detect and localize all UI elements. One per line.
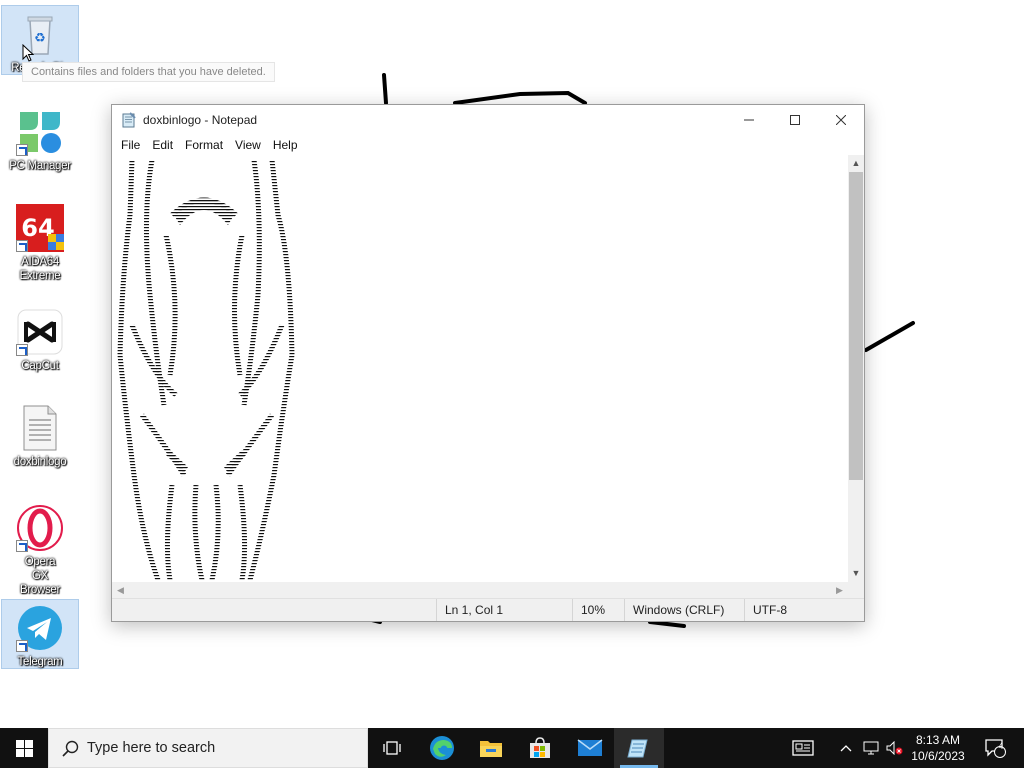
maximize-icon [790, 115, 800, 125]
desktop-icon-label: Telegram [17, 656, 63, 668]
volume-button[interactable] [884, 728, 906, 768]
menu-edit[interactable]: Edit [146, 135, 179, 155]
desktop-icon-pc-manager[interactable]: PC Manager [2, 104, 78, 173]
windows-logo-icon [15, 739, 33, 757]
ascii-art-drawing [117, 159, 295, 581]
shortcut-arrow-icon [16, 144, 28, 156]
task-view-button[interactable] [367, 728, 417, 768]
shortcut-arrow-icon [16, 240, 28, 252]
minimize-icon [744, 119, 754, 121]
taskbar-store[interactable] [515, 728, 565, 768]
shortcut-arrow-icon [16, 640, 28, 652]
store-icon [530, 737, 550, 758]
scrollbar-corner [848, 582, 864, 598]
close-button[interactable] [818, 105, 864, 135]
desktop-icon-label: PC Manager [9, 160, 71, 172]
scroll-right-arrow-icon[interactable]: ▶ [831, 582, 848, 598]
status-cursor-position: Ln 1, Col 1 [436, 599, 572, 621]
minimize-button[interactable] [726, 105, 772, 135]
window-title: doxbinlogo - Notepad [143, 113, 258, 127]
scroll-down-arrow-icon[interactable]: ▼ [848, 565, 864, 582]
tooltip: Contains files and folders that you have… [22, 62, 275, 82]
file-explorer-icon [480, 741, 502, 757]
notepad-icon [121, 112, 137, 128]
status-zoom: 10% [572, 599, 624, 621]
menu-view[interactable]: View [229, 135, 267, 155]
menu-format[interactable]: Format [179, 135, 229, 155]
desktop-icon-opera-gx[interactable]: Opera GX Browser [2, 500, 78, 597]
menu-bar: File Edit Format View Help [112, 135, 864, 155]
taskbar-news-widget[interactable] [786, 728, 820, 768]
desktop-icon-telegram[interactable]: Telegram [1, 599, 79, 669]
shortcut-arrow-icon [16, 540, 28, 552]
maximize-button[interactable] [772, 105, 818, 135]
desktop-icon-label: AIDA64 Extreme [19, 256, 61, 282]
text-file-icon [16, 404, 64, 452]
scroll-left-arrow-icon[interactable]: ◀ [112, 582, 129, 598]
shortcut-arrow-icon [16, 344, 28, 356]
taskbar-search-box[interactable]: Type here to search [48, 728, 368, 768]
status-line-ending: Windows (CRLF) [624, 599, 744, 621]
search-placeholder: Type here to search [87, 740, 216, 756]
task-view-icon [383, 741, 401, 755]
desktop-icon-capcut[interactable]: CapCut [2, 304, 78, 373]
notification-center-button[interactable]: 4 [978, 728, 1012, 768]
taskbar-clock[interactable]: 8:13 AM 10/6/2023 [906, 728, 970, 768]
notepad-icon [627, 739, 648, 758]
horizontal-scrollbar[interactable]: ◀ ▶ [112, 582, 848, 598]
show-hidden-icons-button[interactable] [836, 728, 856, 768]
opera-gx-icon [16, 504, 64, 552]
svg-text:♻: ♻ [34, 31, 46, 46]
scroll-up-arrow-icon[interactable]: ▲ [848, 155, 864, 172]
telegram-icon [16, 604, 64, 652]
edge-icon [430, 736, 454, 760]
aida64-icon: 64 [16, 204, 64, 252]
taskbar-file-explorer[interactable] [466, 728, 516, 768]
start-button[interactable] [0, 728, 48, 768]
mail-icon [577, 739, 603, 756]
close-icon [836, 115, 846, 125]
clock-date: 10/6/2023 [911, 749, 965, 763]
desktop-icon-label: Opera GX Browser [19, 556, 61, 596]
notification-count-badge: 4 [998, 741, 1004, 751]
taskbar-notepad[interactable] [614, 728, 664, 768]
text-editor[interactable] [112, 155, 848, 582]
desktop-icon-label: CapCut [21, 360, 59, 372]
desktop-icon-aida64[interactable]: 64 AIDA64 Extreme [2, 200, 78, 283]
search-icon [62, 740, 79, 757]
status-encoding: UTF-8 [744, 599, 864, 621]
network-button[interactable] [860, 728, 882, 768]
menu-file[interactable]: File [115, 135, 146, 155]
news-icon [792, 740, 814, 756]
window-titlebar[interactable]: doxbinlogo - Notepad [112, 105, 864, 135]
taskbar-edge[interactable] [417, 728, 467, 768]
taskbar-mail[interactable] [565, 728, 615, 768]
notepad-window[interactable]: doxbinlogo - Notepad File Edit Format Vi… [111, 104, 865, 622]
desktop-icon-label: doxbinlogo [13, 456, 67, 468]
status-bar: Ln 1, Col 1 10% Windows (CRLF) UTF-8 [112, 598, 864, 621]
network-icon [863, 741, 879, 755]
vertical-scrollbar[interactable]: ▲ ▼ [848, 155, 864, 582]
capcut-icon [16, 308, 64, 356]
pc-manager-icon [16, 108, 64, 156]
menu-help[interactable]: Help [267, 135, 304, 155]
mouse-cursor-icon [22, 44, 34, 62]
clock-time: 8:13 AM [915, 733, 961, 747]
scroll-thumb[interactable] [849, 172, 863, 480]
chevron-up-icon [840, 745, 852, 752]
desktop-icon-doxbinlogo[interactable]: doxbinlogo [2, 400, 78, 469]
volume-muted-icon [886, 741, 903, 755]
